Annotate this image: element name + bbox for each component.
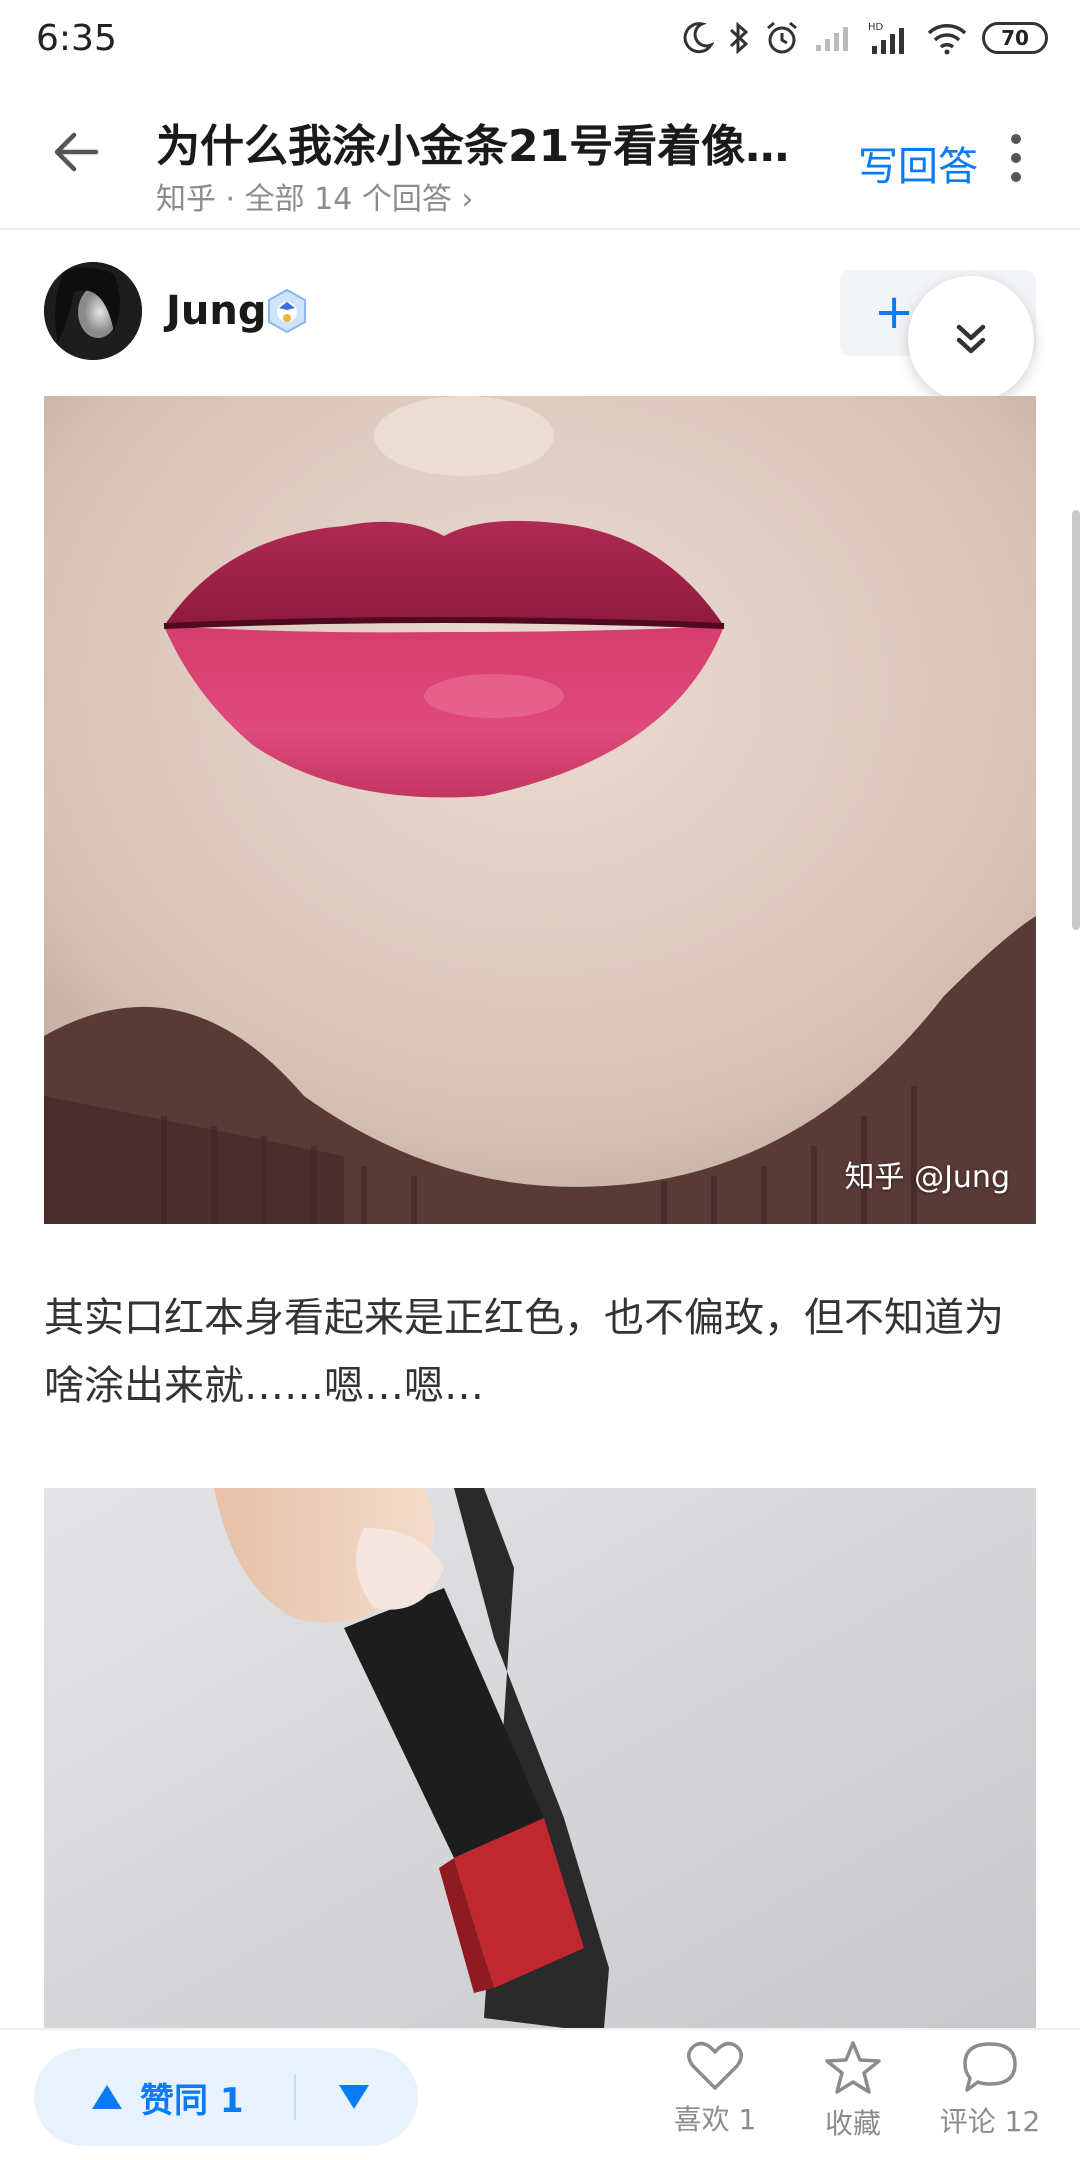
author-name[interactable]: Jung: [166, 288, 266, 334]
wifi-icon: [927, 24, 967, 55]
vote-divider: [294, 2074, 296, 2120]
write-answer-button[interactable]: 写回答: [858, 134, 978, 192]
question-title[interactable]: 为什么我涂小金条21号看着像玫…: [156, 110, 816, 174]
vote-control: 赞同 1: [34, 2048, 418, 2146]
answer-image-lips[interactable]: 知乎 @Jung: [44, 396, 1036, 1224]
triangle-down-icon: [339, 2085, 369, 2109]
image-watermark: 知乎 @Jung: [844, 1160, 1010, 1195]
heart-icon: [687, 2041, 743, 2090]
triangle-up-icon: [92, 2085, 122, 2109]
like-button[interactable]: 喜欢 1: [650, 2040, 780, 2158]
upvote-label: 赞同 1: [140, 2080, 244, 2121]
verified-badge-icon: [268, 288, 306, 334]
upvote-button[interactable]: 赞同 1: [90, 2048, 244, 2146]
comment-button[interactable]: 评论 12: [925, 2040, 1055, 2158]
more-dot-icon: [1011, 134, 1021, 144]
answer-paragraph: 其实口红本身看起来是正红色，也不偏玫，但不知道为啥涂出来就……嗯…嗯…: [44, 1295, 1004, 1409]
svg-text:HD: HD: [868, 22, 884, 33]
bluetooth-icon: [729, 21, 749, 55]
answer-image-lipstick[interactable]: [44, 1488, 1036, 2028]
star-icon: [825, 2041, 881, 2094]
back-button[interactable]: [40, 116, 112, 188]
downvote-button[interactable]: [330, 2076, 378, 2118]
comment-label: 评论 12: [939, 2105, 1041, 2138]
arrow-left-icon: [54, 132, 99, 172]
favorite-label: 收藏: [824, 2107, 881, 2140]
signal-icon: [816, 27, 848, 51]
double-chevron-down-icon: [956, 324, 986, 354]
more-options-button[interactable]: [996, 128, 1036, 188]
avatar-image: [44, 262, 142, 360]
status-icons: HD 70: [682, 16, 1048, 60]
more-dot-icon: [1011, 172, 1021, 182]
alarm-icon: [767, 21, 797, 54]
next-answer-button[interactable]: [908, 276, 1034, 402]
lipstick-photo-illustration: [44, 1488, 1036, 2028]
question-header: 为什么我涂小金条21号看着像玫… 知乎 · 全部 14 个回答 › 写回答: [0, 76, 1080, 230]
bottom-action-bar: 赞同 1 喜欢 1 收藏 评论 12: [0, 2028, 1080, 2160]
hd-signal-icon: HD: [868, 22, 904, 54]
author-avatar[interactable]: [44, 262, 142, 360]
like-label: 喜欢 1: [673, 2103, 757, 2136]
scrollbar[interactable]: [1072, 510, 1080, 930]
comment-bubble-icon: [963, 2042, 1017, 2092]
lips-photo-illustration: [44, 396, 1036, 1224]
status-bar: 6:35 HD 70: [0, 0, 1080, 76]
status-time: 6:35: [36, 18, 117, 59]
battery-icon: 70: [982, 22, 1048, 54]
favorite-button[interactable]: 收藏: [788, 2040, 918, 2158]
moon-icon: [683, 22, 714, 54]
all-answers-link[interactable]: 知乎 · 全部 14 个回答 ›: [156, 174, 473, 218]
more-dot-icon: [1011, 153, 1021, 163]
